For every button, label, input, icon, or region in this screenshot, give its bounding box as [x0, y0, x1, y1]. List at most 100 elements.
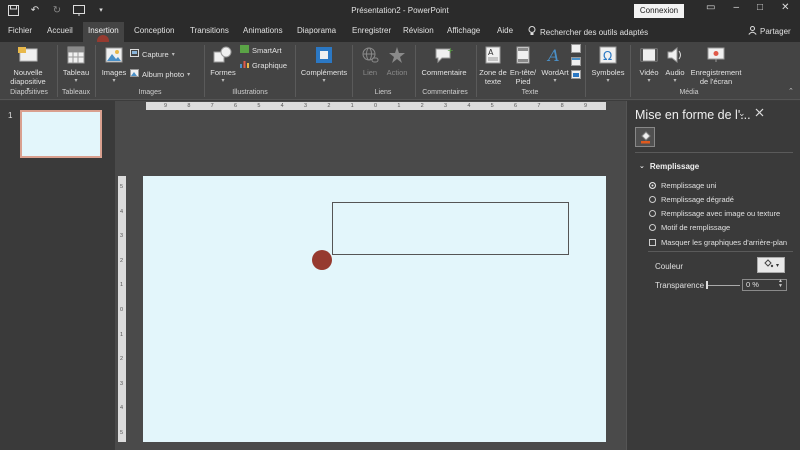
gradient-fill-option[interactable]: Remplissage dégradé: [649, 195, 734, 204]
new-slide-button[interactable]: Nouvelle diapositive ▾: [6, 46, 50, 95]
click-marker-dot: [312, 250, 332, 270]
images-button[interactable]: Images ▾: [99, 46, 129, 86]
screenshot-button[interactable]: Capture ▾: [130, 49, 175, 59]
comment-button[interactable]: + Commentaire: [418, 46, 470, 77]
ruler-tick-label: 4: [280, 103, 284, 109]
group-separator: [630, 45, 631, 97]
video-button[interactable]: Vidéo ▾: [636, 46, 662, 86]
tab-animations[interactable]: Animations: [243, 26, 283, 35]
lightbulb-icon: [528, 26, 536, 38]
screen-recording-icon: [688, 46, 744, 66]
group-label-liens: Liens: [374, 89, 392, 96]
tab-accueil[interactable]: Accueil: [47, 26, 73, 35]
transparency-slider[interactable]: [706, 285, 740, 286]
screenshot-icon: [130, 49, 139, 59]
ribbon-tabs: Fichier Accueil Insertion Conception Tra…: [0, 22, 800, 42]
ruler-tick-label: 4: [120, 208, 124, 215]
color-picker-button[interactable]: ▾: [757, 257, 785, 273]
header-footer-button[interactable]: En-tête/ Pied: [508, 46, 538, 86]
fill-bucket-icon[interactable]: [635, 127, 655, 147]
option-label: Masquer les graphiques d'arrière-plan: [661, 238, 788, 247]
chart-button[interactable]: Graphique: [240, 60, 287, 70]
ruler-tick-label: 2: [420, 103, 424, 109]
tab-aide[interactable]: Aide: [497, 26, 513, 35]
radio-button[interactable]: [649, 224, 656, 231]
audio-button[interactable]: Audio ▾: [662, 46, 688, 86]
sign-in-button[interactable]: Connexion: [634, 4, 684, 18]
checkbox[interactable]: [649, 239, 656, 246]
text-box-shape[interactable]: [332, 202, 569, 255]
tab-fichier[interactable]: Fichier: [8, 26, 32, 35]
link-button[interactable]: Lien: [357, 46, 383, 77]
close-icon[interactable]: [755, 108, 764, 119]
tab-enregistrer[interactable]: Enregistrer: [352, 26, 391, 35]
group-separator: [95, 45, 96, 97]
tab-transitions[interactable]: Transitions: [190, 26, 229, 35]
minimize-icon[interactable]: –: [733, 2, 739, 13]
text-option-3-button[interactable]: [571, 70, 581, 81]
option-label: Motif de remplissage: [661, 223, 731, 232]
ruler-tick-label: 3: [120, 380, 124, 387]
ruler-tick-label: 1: [120, 331, 124, 338]
audio-label: Audio: [665, 68, 685, 77]
chevron-down-icon: ▾: [606, 78, 610, 84]
ruler-tick-label: 1: [397, 103, 401, 109]
close-window-icon[interactable]: ✕: [781, 2, 789, 13]
shapes-button[interactable]: Formes ▾: [207, 46, 239, 86]
header-footer-label: En-tête/ Pied: [509, 68, 537, 86]
table-button[interactable]: Tableau ▾: [60, 46, 92, 86]
ribbon-display-options-icon[interactable]: ▭: [706, 2, 715, 13]
store-icon: [298, 46, 350, 66]
addins-button[interactable]: Compléments ▾: [298, 46, 350, 86]
tab-affichage[interactable]: Affichage: [447, 26, 480, 35]
maximize-icon[interactable]: □: [757, 2, 763, 13]
tab-revision[interactable]: Révision: [403, 26, 434, 35]
svg-text:+: +: [447, 46, 454, 55]
textbox-button[interactable]: A Zone de texte: [478, 46, 508, 86]
solid-fill-option[interactable]: Remplissage uni: [649, 181, 716, 190]
group-label-commentaires: Commentaires: [422, 89, 468, 96]
group-separator: [204, 45, 205, 97]
tab-conception[interactable]: Conception: [134, 26, 174, 35]
speaker-icon: [662, 46, 688, 66]
ruler-tick-label: 6: [234, 103, 238, 109]
hide-background-graphics-option[interactable]: Masquer les graphiques d'arrière-plan: [649, 238, 787, 247]
wordart-icon: A: [539, 46, 571, 66]
radio-button[interactable]: [649, 182, 656, 189]
pattern-fill-option[interactable]: Motif de remplissage: [649, 223, 730, 232]
text-option-2-button[interactable]: [571, 57, 581, 68]
svg-text:Ω: Ω: [603, 49, 612, 63]
chevron-down-icon: ▾: [171, 51, 175, 58]
photo-album-button[interactable]: Album photo ▾: [130, 69, 190, 79]
text-option-1-button[interactable]: [571, 44, 581, 55]
chevron-down-icon: ▾: [112, 78, 116, 84]
radio-button[interactable]: [649, 210, 656, 217]
wordart-button[interactable]: A WordArt ▾: [539, 46, 571, 86]
omega-icon: Ω: [589, 46, 627, 66]
pane-options-icon[interactable]: ⌄: [738, 108, 746, 119]
group-label-texte: Texte: [521, 89, 539, 96]
collapse-ribbon-icon[interactable]: ⌃: [788, 87, 794, 95]
fill-section-header[interactable]: ⌄ Remplissage: [639, 162, 699, 171]
smartart-icon: [240, 45, 249, 55]
symbols-button[interactable]: Ω Symboles ▾: [589, 46, 627, 86]
slider-thumb[interactable]: [706, 281, 708, 289]
divider: [635, 152, 793, 153]
screen-recording-button[interactable]: Enregistrement de l'écran: [688, 46, 744, 86]
smartart-button[interactable]: SmartArt: [240, 45, 282, 55]
ruler-tick-label: 1: [350, 103, 354, 109]
slide-thumbnail[interactable]: [20, 110, 102, 158]
radio-button[interactable]: [649, 196, 656, 203]
picture-texture-fill-option[interactable]: Remplissage avec image ou texture: [649, 209, 780, 218]
action-button[interactable]: Action: [383, 46, 411, 77]
tell-me-search[interactable]: Rechercher des outils adaptés: [528, 26, 648, 38]
tab-diaporama[interactable]: Diaporama: [297, 26, 336, 35]
spinner-arrows-icon[interactable]: ▲ ▼: [778, 279, 783, 289]
smartart-label: SmartArt: [252, 45, 282, 55]
date-time-icon: [571, 57, 581, 68]
divider: [648, 251, 793, 252]
shapes-label: Formes: [210, 68, 236, 77]
group-label-images: Images: [138, 89, 162, 96]
person-icon: [748, 26, 757, 37]
share-button[interactable]: Partager: [748, 26, 791, 37]
